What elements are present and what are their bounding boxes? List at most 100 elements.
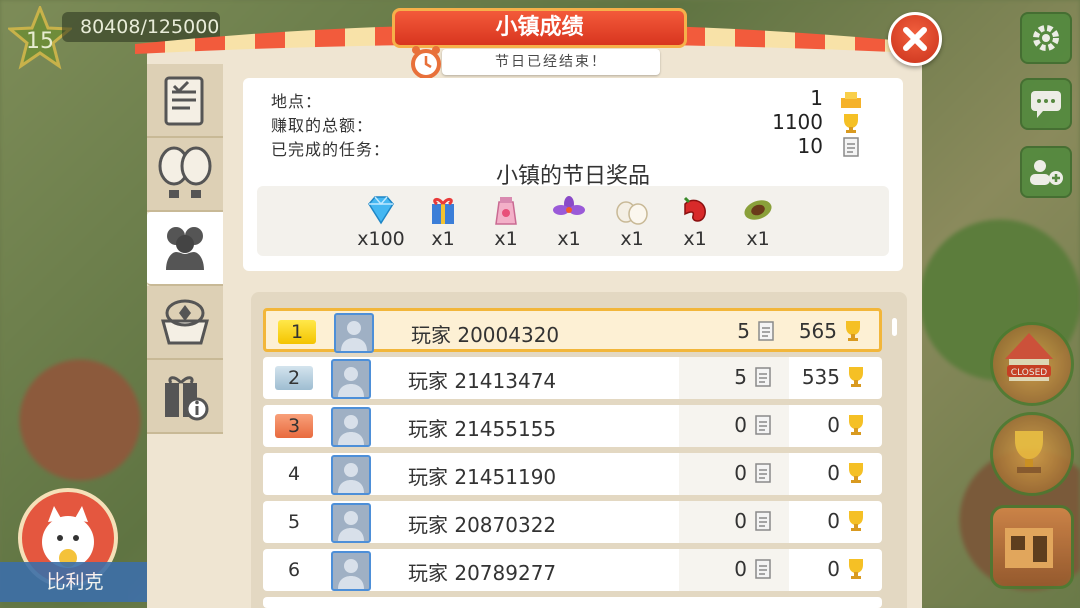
- gift-info-icon: [165, 376, 209, 421]
- avatar: [331, 551, 371, 591]
- summary-value-tasks: 10: [797, 134, 823, 158]
- default-avatar-icon: [338, 367, 364, 397]
- table-row[interactable]: 5 玩家 20870322 0 0: [263, 501, 882, 543]
- alarm-clock-icon: [411, 46, 441, 79]
- prize-item: x1: [476, 194, 536, 252]
- tasks-cell: 0: [679, 453, 789, 495]
- player-name: 玩家 21451190: [408, 465, 557, 489]
- popup-title: 小镇成绩: [392, 8, 687, 48]
- prize-count: x1: [683, 228, 707, 250]
- prize-item: x1: [728, 194, 788, 252]
- tab-tasks[interactable]: [147, 64, 223, 138]
- task-card-icon: [755, 559, 771, 579]
- prize-item: x1: [602, 194, 662, 252]
- task-card-icon: [755, 463, 771, 483]
- diamond-icon: [368, 196, 394, 225]
- summary-value-place: 1: [810, 86, 823, 110]
- close-icon: [903, 27, 927, 51]
- leaderboard[interactable]: 1 玩家 20004320 5 565 2 玩家 21413474 5 5 3 5 …: [251, 292, 907, 608]
- avatar: [334, 313, 374, 353]
- default-avatar-icon: [338, 559, 364, 589]
- cocoa-pod-icon: [744, 200, 772, 220]
- clipboard-icon: [164, 76, 204, 126]
- task-card-icon: [843, 137, 859, 157]
- player-name: 玩家 21455155: [408, 417, 557, 441]
- player-name: 玩家 20870322: [408, 513, 557, 537]
- settings-button[interactable]: [1020, 12, 1072, 64]
- player-name: 玩家 20004320: [411, 323, 560, 347]
- score-value: 535: [801, 365, 840, 389]
- rank-badge: 5: [287, 511, 301, 533]
- prize-strip: x100 x1 x1 x1 x1 x1 x1: [257, 186, 889, 256]
- add-friend-button[interactable]: [1020, 146, 1072, 198]
- avatar: [331, 455, 371, 495]
- popup-subtitle: 节日已经结束！: [442, 49, 660, 75]
- scrollbar[interactable]: [892, 318, 897, 336]
- tasks-cell: 0: [679, 405, 789, 447]
- trophy-icon: [849, 559, 863, 579]
- tasks-count: 0: [734, 557, 747, 581]
- score-value: 0: [827, 413, 840, 437]
- gift-box-icon: [432, 197, 454, 224]
- table-row[interactable]: 2 玩家 21413474 5 535: [263, 357, 882, 399]
- podium-icon: [841, 92, 861, 108]
- task-card-icon: [755, 367, 771, 387]
- avatar: [331, 407, 371, 447]
- prize-count: x1: [557, 228, 581, 250]
- table-row[interactable]: 3 玩家 21455155 0 0: [263, 405, 882, 447]
- trophy-button[interactable]: [990, 412, 1074, 496]
- close-button[interactable]: [888, 12, 942, 66]
- avatar: [331, 503, 371, 543]
- trophy-icon: [849, 511, 863, 531]
- task-card-icon: [755, 511, 771, 531]
- default-avatar-icon: [338, 511, 364, 541]
- trophy-icon: [849, 463, 863, 483]
- prize-count: x1: [431, 228, 455, 250]
- score-value: 0: [827, 509, 840, 533]
- circus-tent-icon: CLOSED: [1005, 333, 1053, 381]
- table-row[interactable]: 4 玩家 21451190 0 0: [263, 453, 882, 495]
- table-row[interactable]: 1 玩家 20004320 5 565: [263, 308, 882, 353]
- rank-badge: 2: [275, 366, 313, 390]
- summary-label-earned: 赚取的总额：: [271, 116, 374, 135]
- tasks-count: 0: [734, 461, 747, 485]
- rank-badge: 3: [275, 414, 313, 438]
- score-value: 0: [827, 557, 840, 581]
- summary-label-place: 地点：: [271, 92, 323, 111]
- tasks-cell: 0: [679, 501, 789, 543]
- add-friend-icon: [1030, 160, 1063, 185]
- chat-bubble-icon: [1031, 91, 1061, 118]
- people-group-icon: [166, 227, 204, 270]
- summary-value-earned: 1100: [772, 110, 823, 134]
- tab-balloons[interactable]: [147, 138, 223, 212]
- prize-count: x1: [494, 228, 518, 250]
- level-number: 15: [26, 29, 54, 54]
- shop-building-button[interactable]: [990, 505, 1074, 589]
- trophy-icon: [849, 415, 863, 435]
- table-row[interactable]: 6 玩家 20789277 0 0: [263, 549, 882, 591]
- seed-bag-icon: [495, 197, 517, 225]
- closed-sign: CLOSED: [1011, 368, 1047, 378]
- tasks-cell: 5: [679, 357, 789, 399]
- trophy-icon: [849, 367, 863, 387]
- trophy-icon: [846, 321, 860, 341]
- tab-gift-info[interactable]: [147, 360, 223, 434]
- default-avatar-icon: [338, 463, 364, 493]
- default-avatar-icon: [338, 415, 364, 445]
- task-card-icon: [758, 321, 774, 341]
- score-value: 565: [798, 319, 837, 343]
- tab-prize-basket[interactable]: [147, 286, 223, 360]
- table-row-partial[interactable]: [263, 597, 882, 608]
- chat-button[interactable]: [1020, 78, 1072, 130]
- tasks-count: 5: [737, 319, 750, 343]
- summary-label-tasks: 已完成的任务：: [271, 140, 391, 159]
- summary-card: 地点： 1 赚取的总额： 1100 已完成的任务： 10 小镇的节日奖品 x10…: [243, 78, 903, 271]
- prize-count: x1: [620, 228, 644, 250]
- eggs-icon: [616, 201, 648, 225]
- tasks-cell: 5: [682, 311, 792, 349]
- tab-town-players[interactable]: [147, 212, 223, 286]
- festival-tent-button[interactable]: CLOSED: [990, 322, 1074, 406]
- hot-air-balloon-icon: [158, 146, 212, 198]
- player-name-banner: 比利克: [0, 562, 150, 602]
- default-avatar-icon: [341, 321, 367, 351]
